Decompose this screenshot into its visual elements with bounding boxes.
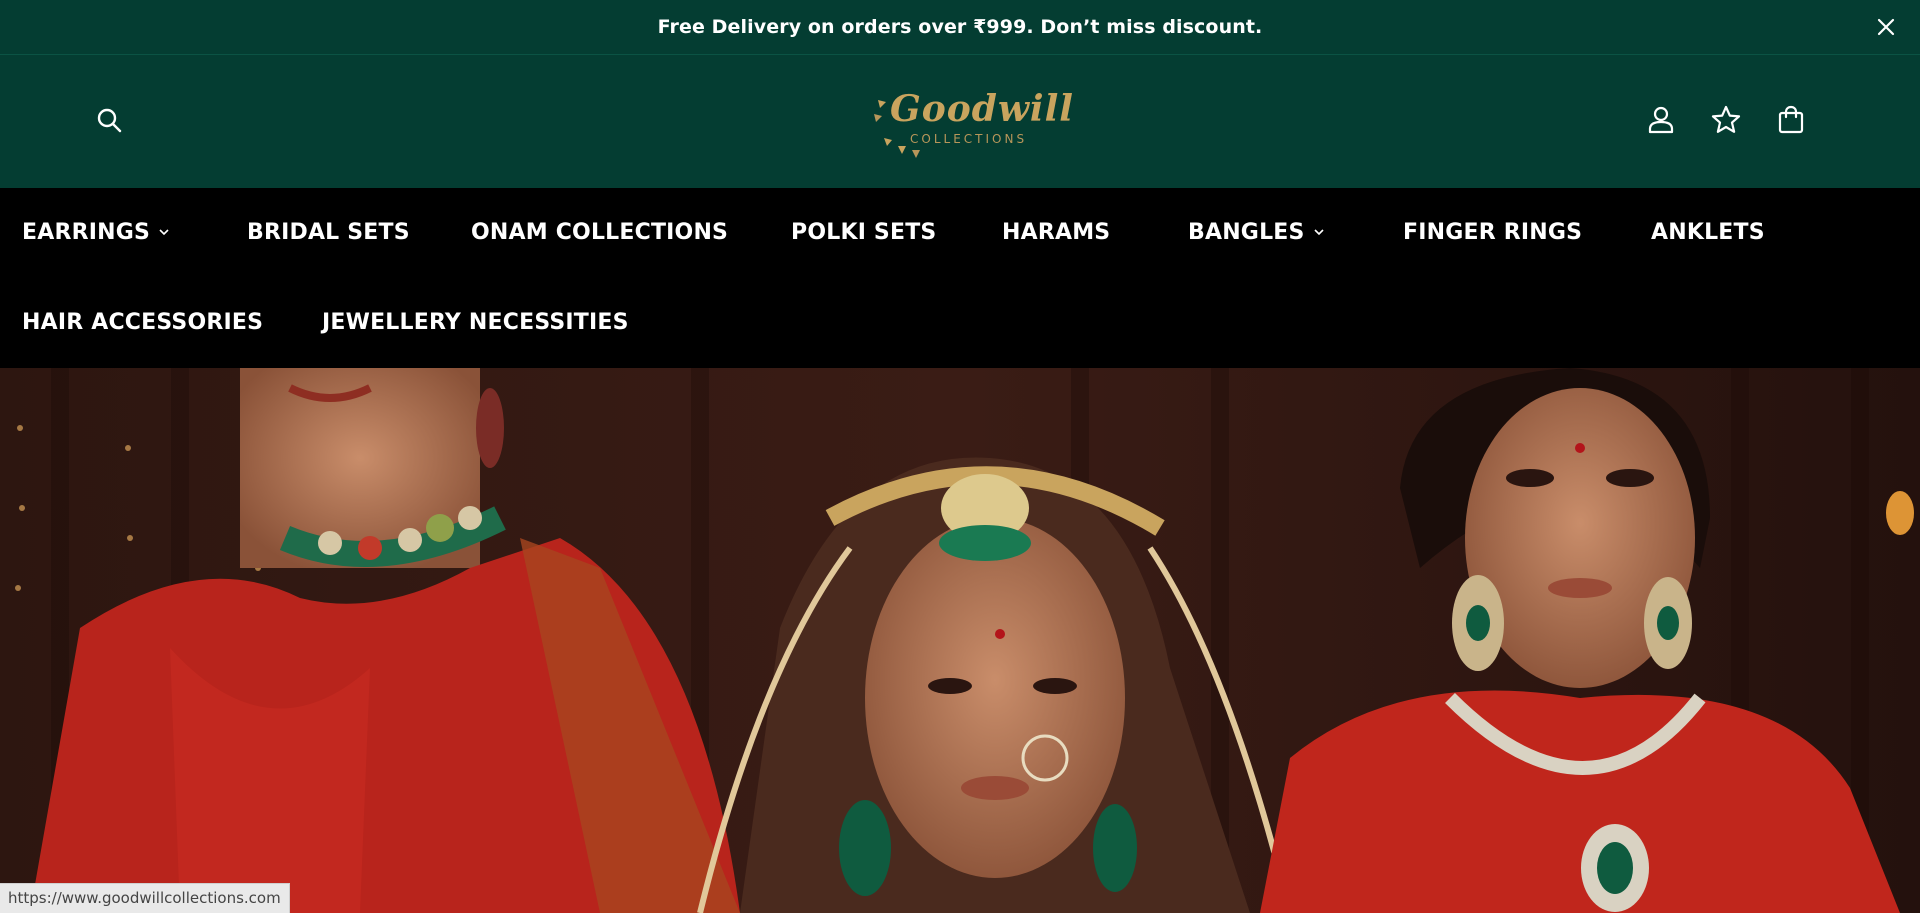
status-bar-url: https://www.goodwillcollections.com [0, 883, 290, 913]
site-header: Goodwill COLLECTIONS [0, 55, 1920, 188]
shopping-bag-icon[interactable] [1775, 104, 1807, 136]
brand-logo[interactable]: Goodwill COLLECTIONS [872, 80, 1073, 160]
announcement-text: Free Delivery on orders over ₹999. Don’t… [657, 16, 1263, 38]
nav-item-label: ONAM COLLECTIONS [471, 219, 729, 245]
star-icon[interactable] [1710, 104, 1742, 136]
nav-item-onam-collections[interactable]: ONAM COLLECTIONS [471, 217, 728, 247]
nav-item-earrings[interactable]: EARRINGS [22, 217, 170, 247]
nav-item-jewellery-necessities[interactable]: JEWELLERY NECESSITIES [322, 307, 629, 337]
nav-item-label: ANKLETS [1651, 219, 1765, 245]
nav-item-label: HAIR ACCESSORIES [22, 309, 264, 335]
nav-item-label: POLKI SETS [791, 219, 937, 245]
nav-item-finger-rings[interactable]: FINGER RINGS [1403, 217, 1582, 247]
user-icon[interactable] [1645, 104, 1677, 136]
chevron-down-icon [1313, 229, 1324, 236]
nav-item-anklets[interactable]: ANKLETS [1651, 217, 1765, 247]
nav-item-label: BRIDAL SETS [247, 219, 410, 245]
nav-item-bridal-sets[interactable]: BRIDAL SETS [247, 217, 410, 247]
hero-image [0, 368, 1920, 913]
nav-item-hair-accessories[interactable]: HAIR ACCESSORIES [22, 307, 263, 337]
nav-item-label: BANGLES [1188, 219, 1305, 245]
chevron-down-icon [159, 229, 169, 236]
announcement-bar: Free Delivery on orders over ₹999. Don’t… [0, 0, 1920, 55]
main-navigation: EARRINGS BRIDAL SETS ONAM COLLECTIONS PO… [0, 188, 1920, 368]
hero-banner[interactable] [0, 368, 1920, 913]
logo-wordmark: Goodwill [890, 88, 1074, 130]
nav-item-label: HARAMS [1002, 219, 1111, 245]
nav-item-harams[interactable]: HARAMS [1002, 217, 1110, 247]
close-icon[interactable] [1874, 15, 1898, 39]
search-icon[interactable] [94, 105, 126, 137]
nav-item-label: JEWELLERY NECESSITIES [322, 309, 629, 335]
nav-item-polki-sets[interactable]: POLKI SETS [791, 217, 936, 247]
logo-tagline: COLLECTIONS [910, 132, 1028, 146]
nav-item-label: FINGER RINGS [1403, 219, 1583, 245]
nav-item-label: EARRINGS [22, 219, 151, 245]
nav-item-bangles[interactable]: BANGLES [1188, 217, 1325, 247]
